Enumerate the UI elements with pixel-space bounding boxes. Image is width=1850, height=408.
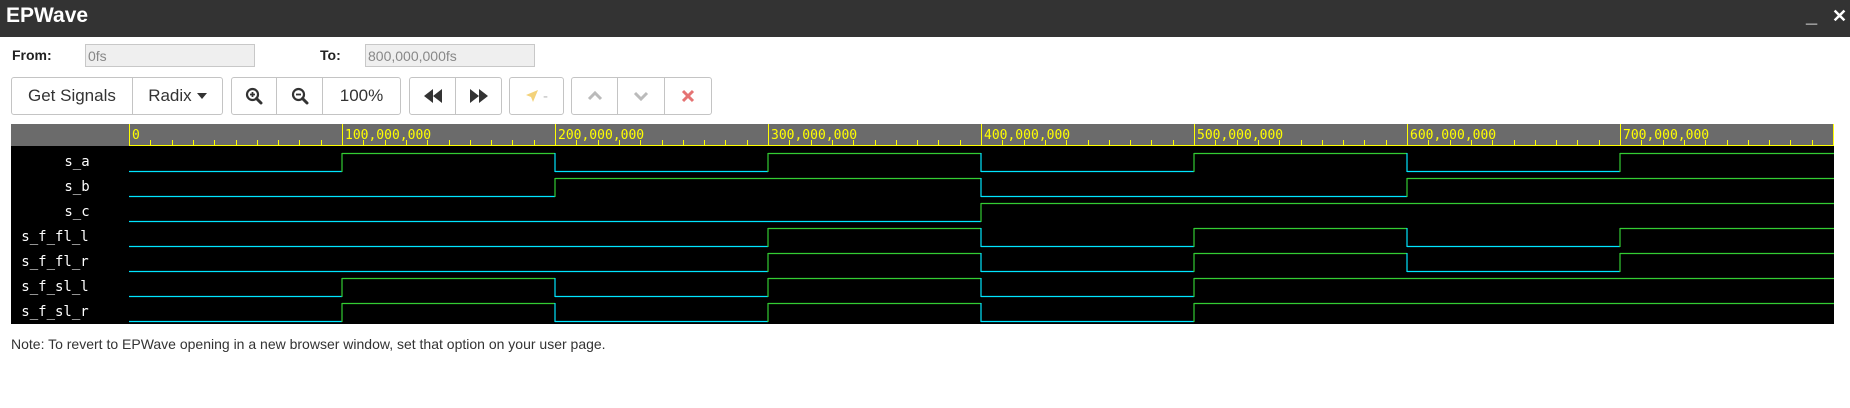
cursor-arrow-icon [526, 90, 538, 102]
fast-forward-icon [469, 89, 488, 103]
title-bar: EPWave _ ✕ [0, 0, 1850, 37]
ruler-tick-label: 600,000,000 [1410, 128, 1496, 143]
radix-label: Radix [148, 86, 192, 105]
signal-name: s_a [64, 154, 89, 170]
signal-actions-group [571, 77, 712, 115]
zoom-in-icon [246, 87, 263, 105]
to-label: To: [320, 47, 341, 63]
zoom-out-icon [291, 87, 309, 105]
next-edge-button[interactable] [456, 78, 501, 114]
to-field[interactable] [365, 44, 535, 67]
signal-name: s_c [64, 204, 89, 220]
signal-name: s_f_sl_r [21, 304, 88, 320]
window-title: EPWave [6, 4, 89, 27]
ruler-tick-label: 200,000,000 [558, 128, 644, 143]
from-label: From: [12, 47, 52, 63]
caret-down-icon [196, 93, 207, 99]
cursor-group: - [509, 77, 564, 115]
signal-name: s_b [64, 179, 89, 195]
minimize-button[interactable]: _ [1806, 4, 1817, 28]
move-up-button[interactable] [572, 78, 619, 114]
previous-edge-button[interactable] [410, 78, 456, 114]
zoom-level-button[interactable]: 100% [323, 78, 400, 114]
edge-nav-group [409, 77, 502, 115]
zoom-level: 100% [339, 86, 384, 105]
ruler-tick-label: 0 [132, 128, 140, 143]
waveform-viewer[interactable]: 0 100,000,000 200,000,000 300,000,000 400,00… [11, 124, 1834, 324]
get-signals-label: Get Signals [27, 86, 116, 105]
signals-button-group: Get Signals Radix [11, 77, 223, 115]
ruler-tick-label: 300,000,000 [771, 128, 857, 143]
delete-signal-button[interactable] [665, 78, 711, 114]
close-icon [681, 89, 694, 103]
zoom-out-button[interactable] [277, 78, 323, 114]
revert-note: Note: To revert to EPWave opening in a n… [11, 336, 606, 352]
zoom-in-button[interactable] [232, 78, 278, 114]
signal-name: s_f_fl_r [21, 254, 88, 270]
ruler-tick-label: 400,000,000 [984, 128, 1070, 143]
radix-dropdown[interactable]: Radix [133, 78, 222, 114]
chevron-down-icon [633, 91, 649, 101]
signal-name: s_f_sl_l [21, 279, 88, 295]
get-signals-button[interactable]: Get Signals [12, 78, 133, 114]
ruler-tick-label: 100,000,000 [345, 128, 431, 143]
ruler-tick-label: 500,000,000 [1197, 128, 1283, 143]
cursor-value: - [543, 87, 548, 105]
chevron-up-icon [587, 91, 602, 101]
close-button[interactable]: ✕ [1832, 4, 1847, 28]
rewind-icon [423, 89, 442, 103]
cursor-button[interactable]: - [510, 78, 563, 114]
move-down-button[interactable] [618, 78, 665, 114]
zoom-button-group: 100% [231, 77, 401, 115]
signal-name: s_f_fl_l [21, 229, 88, 245]
from-field[interactable] [85, 44, 255, 67]
ruler-tick-label: 700,000,000 [1623, 128, 1709, 143]
